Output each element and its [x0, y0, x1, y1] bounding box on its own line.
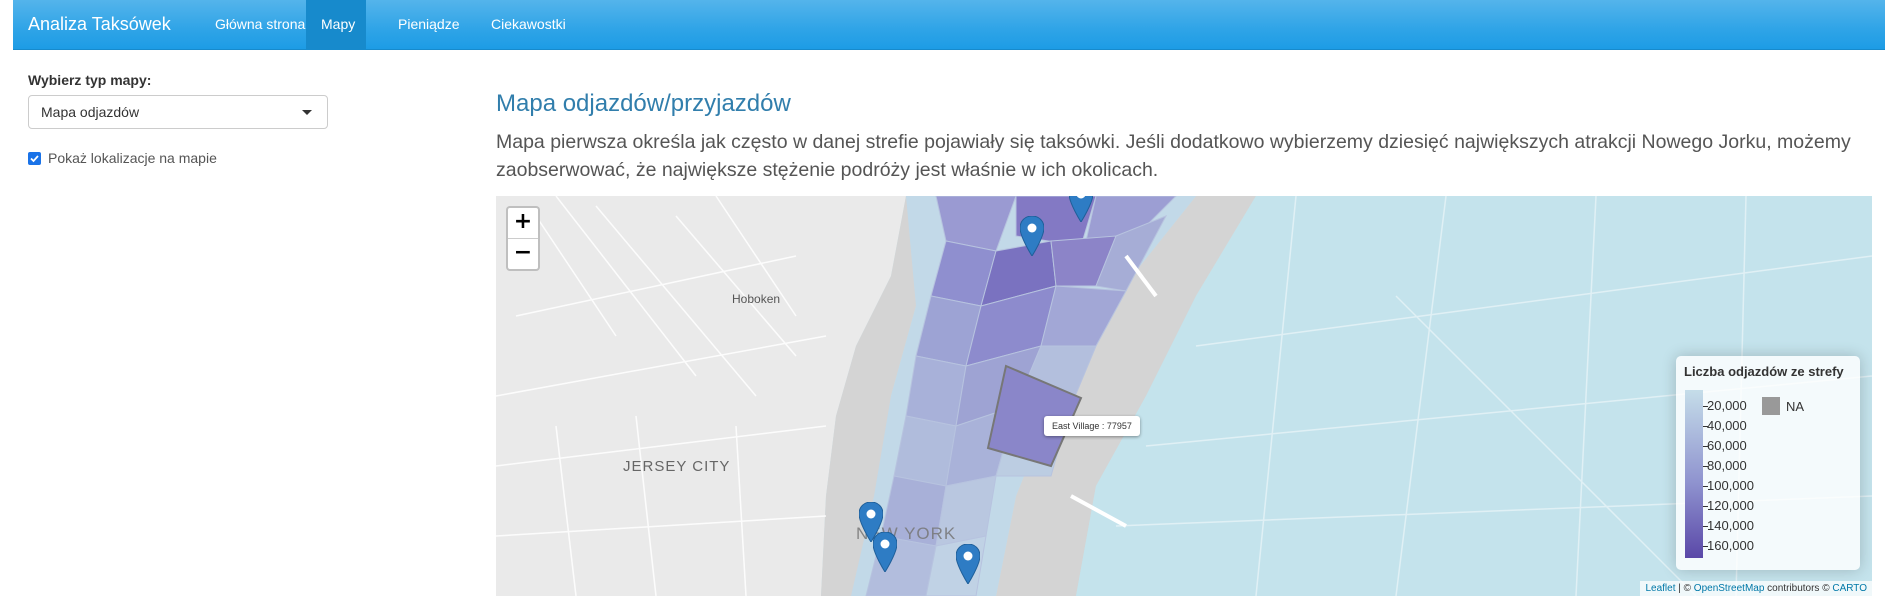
checkmark-icon: [30, 155, 39, 163]
nav-item-ciekawostki[interactable]: Ciekawostki: [476, 0, 581, 49]
map-legend: Liczba odjazdów ze strefy NA 20,000 40,00…: [1676, 356, 1860, 570]
legend-title: Liczba odjazdów ze strefy: [1684, 364, 1844, 379]
osm-link[interactable]: OpenStreetMap: [1694, 583, 1765, 594]
navbar-brand[interactable]: Analiza Taksówek: [28, 0, 171, 48]
show-locations-label[interactable]: Pokaż lokalizacje na mapie: [48, 150, 217, 166]
navbar: Analiza Taksówek Główna strona Mapy Pien…: [13, 0, 1885, 50]
zone-tooltip: East Village : 77957: [1044, 416, 1140, 436]
legend-tick-label: 60,000: [1707, 438, 1747, 453]
attribution-text: | ©: [1675, 583, 1694, 594]
zoom-out-button[interactable]: −: [508, 239, 538, 269]
zoom-control: + −: [506, 206, 540, 271]
legend-tick-label: 120,000: [1707, 498, 1754, 513]
carto-link[interactable]: CARTO: [1832, 583, 1867, 594]
map-type-label: Wybierz typ mapy:: [28, 72, 152, 88]
map-marker-icon[interactable]: [1069, 196, 1093, 222]
map-label-hoboken: Hoboken: [732, 292, 781, 306]
legend-na-swatch: [1762, 397, 1780, 415]
zoom-in-button[interactable]: +: [508, 208, 538, 239]
page-title: Mapa odjazdów/przyjazdów: [496, 90, 791, 117]
map-attribution: Leaflet | © OpenStreetMap contributors ©…: [1640, 581, 1872, 596]
legend-tick-label: 40,000: [1707, 418, 1747, 433]
map-type-select-value: Mapa odjazdów: [41, 104, 140, 120]
chevron-down-icon: [302, 110, 312, 115]
page-description: Mapa pierwsza określa jak często w danej…: [496, 131, 1851, 181]
show-locations-checkbox[interactable]: [28, 152, 41, 165]
legend-tick-label: 20,000: [1707, 398, 1747, 413]
nav-item-glowna-strona[interactable]: Główna strona: [200, 0, 320, 49]
legend-gradient: [1685, 390, 1703, 558]
map[interactable]: Hoboken JERSEY CITY NEW YORK East Villag…: [496, 196, 1872, 596]
legend-tick-label: 80,000: [1707, 458, 1747, 473]
legend-na-label: NA: [1786, 399, 1805, 414]
map-type-select[interactable]: Mapa odjazdów: [28, 95, 328, 129]
map-marker-icon[interactable]: [1020, 216, 1044, 256]
map-marker-icon[interactable]: [956, 544, 980, 584]
map-label-jersey-city: JERSEY CITY: [623, 458, 731, 475]
nav-item-pieniadze[interactable]: Pieniądze: [383, 0, 475, 49]
map-tiles: [496, 196, 1872, 596]
legend-tick-label: 140,000: [1707, 518, 1754, 533]
attribution-text: contributors ©: [1764, 583, 1833, 594]
map-marker-icon[interactable]: [873, 532, 897, 572]
legend-tick-label: 100,000: [1707, 478, 1754, 493]
legend-tick-label: 160,000: [1707, 538, 1754, 553]
leaflet-link[interactable]: Leaflet: [1645, 583, 1675, 594]
nav-item-mapy[interactable]: Mapy: [306, 0, 366, 49]
